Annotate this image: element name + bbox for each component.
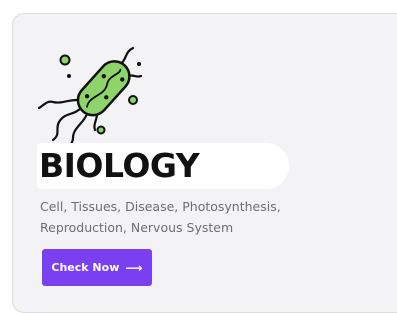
check-now-label: Check Now <box>51 261 120 274</box>
card-title: BIOLOGY <box>37 143 289 189</box>
arrow-right-icon: ⟶ <box>125 260 143 275</box>
bacteria-icon <box>37 34 147 150</box>
subject-card: BIOLOGY Cell, Tissues, Disease, Photosyn… <box>12 13 397 313</box>
card-description: Cell, Tissues, Disease, Photosynthesis, … <box>40 199 281 235</box>
check-now-button[interactable]: Check Now ⟶ <box>42 249 152 286</box>
